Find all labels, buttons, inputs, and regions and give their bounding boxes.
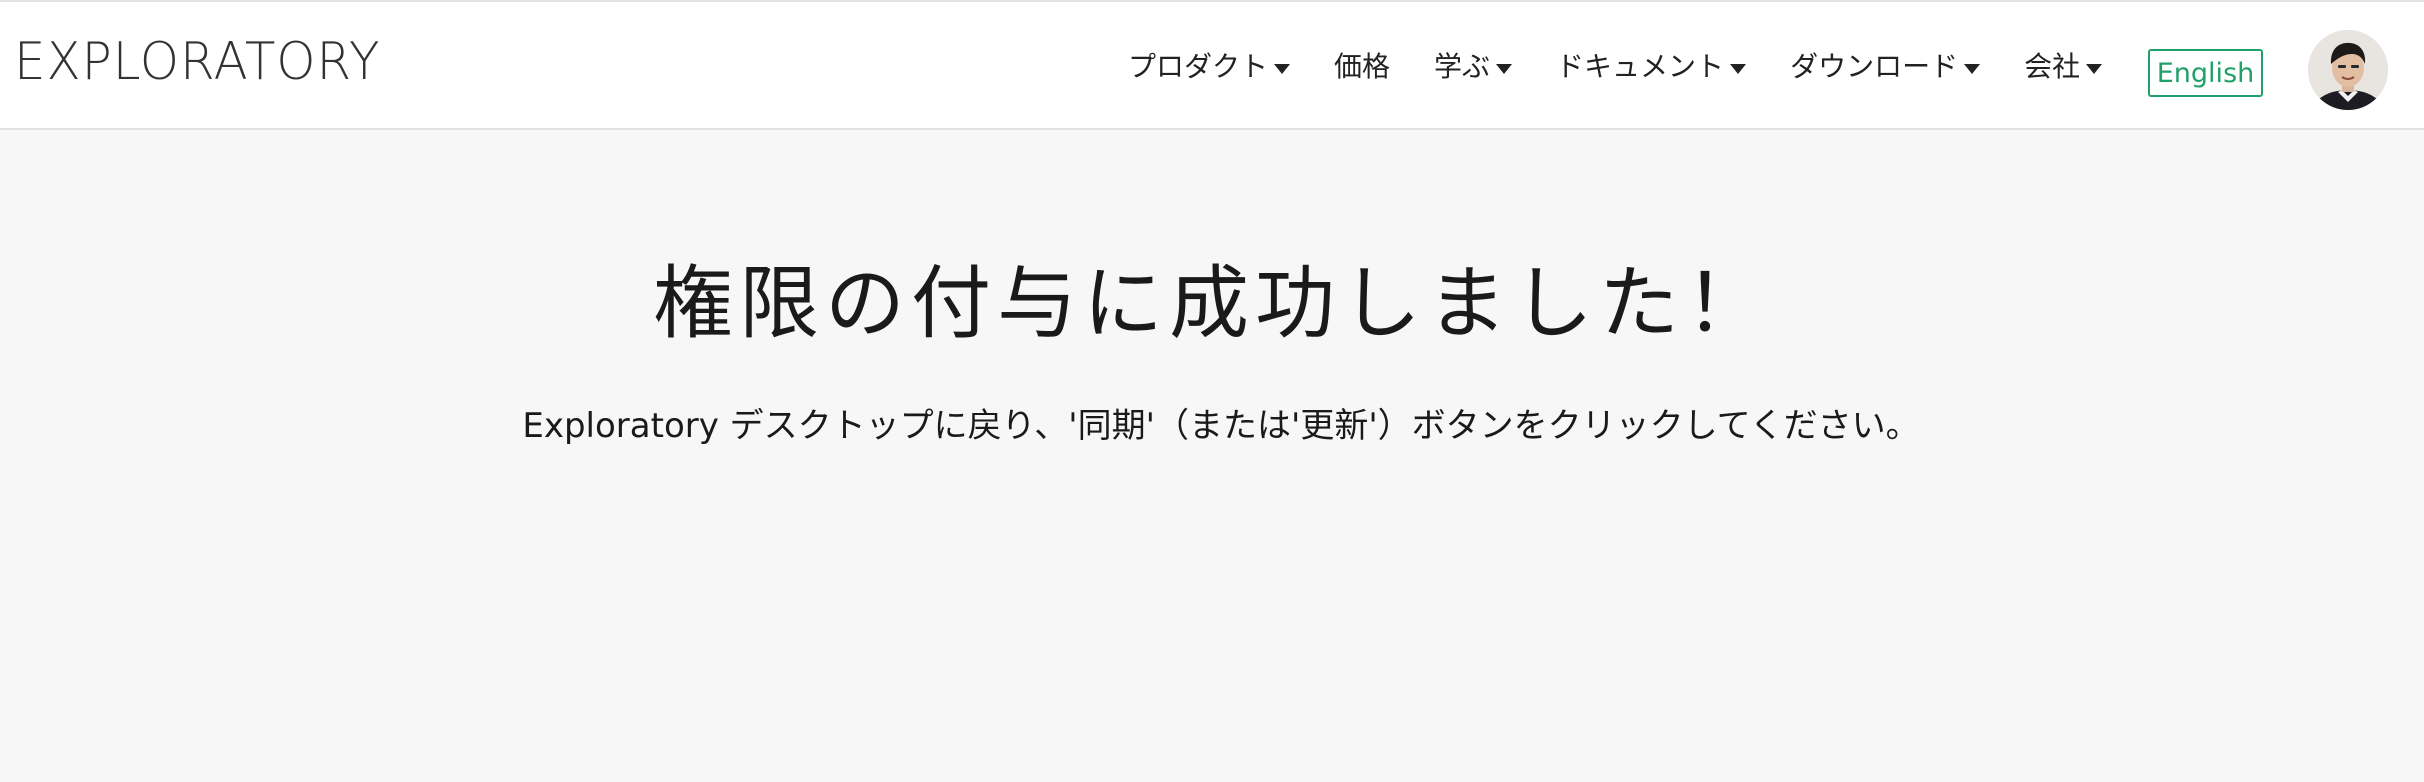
caret-down-icon — [1496, 64, 1513, 74]
avatar-photo — [2308, 30, 2388, 110]
nav-item-download[interactable]: ダウンロード — [1790, 50, 1981, 83]
exploratory-logo[interactable]: EXPLORATORY — [14, 36, 380, 88]
nav-item-pricing[interactable]: 価格 — [1334, 53, 1390, 81]
caret-down-icon — [2086, 64, 2103, 74]
nav-item-product[interactable]: プロダクト — [1128, 50, 1291, 83]
nav-item-label: ダウンロード — [1790, 50, 1959, 83]
nav-item-label: ドキュメント — [1556, 50, 1725, 83]
nav-item-company[interactable]: 会社 — [2024, 50, 2103, 83]
nav-item-label: 会社 — [2024, 50, 2081, 83]
main-content: 権限の付与に成功しました！ Exploratory デスクトップに戻り、'同期'… — [0, 132, 2424, 782]
caret-down-icon — [1730, 64, 1747, 74]
main-nav: プロダクト 価格 学ぶ ドキュメント ダウンロード 会社 — [1128, 2, 2146, 132]
site-header: EXPLORATORY プロダクト 価格 学ぶ ドキュメント ダウンロード 会社… — [0, 0, 2424, 130]
nav-item-label: 学ぶ — [1434, 50, 1491, 83]
caret-down-icon — [1964, 64, 1981, 74]
language-switch-button[interactable]: English — [2148, 49, 2263, 97]
nav-item-label: プロダクト — [1128, 50, 1269, 83]
user-avatar-icon[interactable] — [2308, 30, 2388, 110]
instruction-message: Exploratory デスクトップに戻り、'同期'（または'更新'）ボタンをク… — [522, 406, 1920, 446]
nav-item-learn[interactable]: 学ぶ — [1434, 50, 1513, 83]
page-title: 権限の付与に成功しました！ — [653, 257, 1771, 350]
nav-item-documents[interactable]: ドキュメント — [1556, 50, 1747, 83]
nav-item-label: 価格 — [1334, 50, 1391, 83]
caret-down-icon — [1274, 64, 1291, 74]
